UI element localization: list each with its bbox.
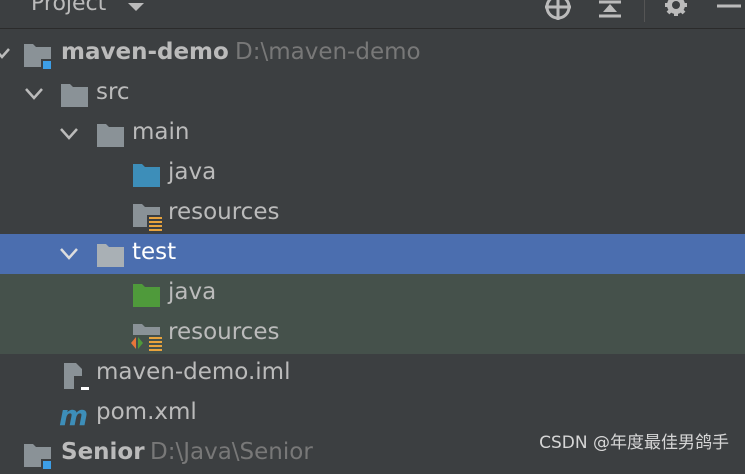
test-resources-folder-icon xyxy=(130,324,163,353)
minimize-icon[interactable] xyxy=(714,0,742,20)
resources-folder-icon xyxy=(133,204,163,232)
tree-label: Senior xyxy=(61,439,145,465)
header-separator xyxy=(644,0,645,22)
tree-label: test xyxy=(132,239,177,265)
source-folder-icon xyxy=(133,164,160,187)
tree-label: src xyxy=(96,79,130,105)
tree-label: main xyxy=(132,119,190,145)
tool-window-title[interactable]: Project xyxy=(31,0,106,16)
tree-label: maven-demo xyxy=(61,39,229,65)
module-folder-icon xyxy=(24,444,52,470)
test-source-folder-icon xyxy=(133,284,160,307)
chevron-down-icon[interactable] xyxy=(60,127,78,141)
tree-row-main-java[interactable]: java xyxy=(0,154,745,194)
svg-text:m: m xyxy=(59,401,88,431)
tree-label: resources xyxy=(168,319,280,345)
view-dropdown-icon[interactable] xyxy=(126,0,146,14)
tree-row-iml[interactable]: maven-demo.iml xyxy=(0,354,745,394)
tree-row-test-resources[interactable]: resources xyxy=(0,314,745,354)
maven-icon: m xyxy=(59,401,88,431)
chevron-down-icon[interactable] xyxy=(0,47,10,61)
module-folder-icon xyxy=(24,44,52,70)
module-path: D:\maven-demo xyxy=(235,39,421,65)
locate-icon[interactable] xyxy=(543,0,573,20)
watermark: CSDN @年度最佳男鸽手 xyxy=(539,433,729,453)
chevron-down-icon[interactable] xyxy=(25,87,43,101)
tree-row-main[interactable]: main xyxy=(0,114,745,154)
tree-row-main-resources[interactable]: resources xyxy=(0,194,745,234)
tree-row-maven-demo[interactable]: maven-demo D:\maven-demo xyxy=(0,34,745,74)
tree-label: maven-demo.iml xyxy=(96,359,291,385)
tree-row-test[interactable]: test xyxy=(0,234,745,274)
folder-icon xyxy=(97,124,124,147)
tree-row-src[interactable]: src xyxy=(0,74,745,114)
folder-icon xyxy=(97,244,124,267)
tree-row-test-java[interactable]: java xyxy=(0,274,745,314)
tree-label: java xyxy=(168,279,217,305)
tree-label: resources xyxy=(168,199,280,225)
module-path: D:\Java\Senior xyxy=(150,439,313,465)
tool-window-header: Project xyxy=(0,0,745,29)
folder-icon xyxy=(61,84,88,107)
tree-label: pom.xml xyxy=(96,399,197,425)
collapse-all-icon[interactable] xyxy=(596,0,624,20)
chevron-down-icon[interactable] xyxy=(60,247,78,261)
gear-icon[interactable] xyxy=(662,0,690,20)
iml-file-icon xyxy=(64,363,91,392)
tree-label: java xyxy=(168,159,217,185)
